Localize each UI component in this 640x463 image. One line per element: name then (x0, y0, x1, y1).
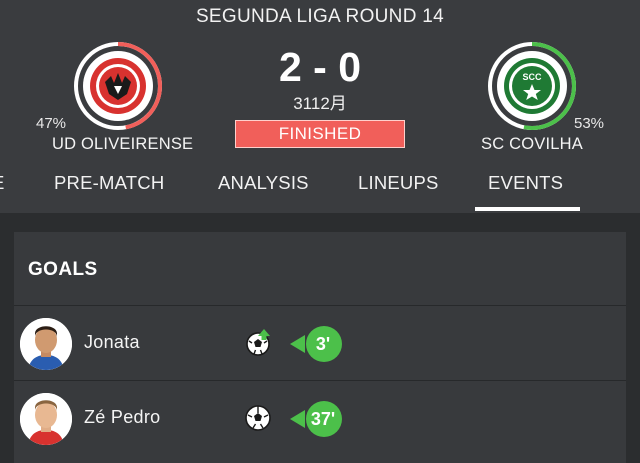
covilha-crest-icon: SCC (497, 51, 567, 121)
home-team-name[interactable]: UD OLIVEIRENSE (52, 135, 193, 154)
goals-title: GOALS (28, 259, 98, 280)
round-title: SEGUNDA LIGA ROUND 14 (195, 6, 445, 27)
soccer-ball-assist-icon (246, 329, 270, 356)
away-team-name[interactable]: SC COVILHA (481, 135, 583, 154)
active-tab-indicator (475, 207, 580, 211)
goal-minute: 37' (310, 409, 336, 429)
svg-text:SCC: SCC (522, 72, 542, 82)
tab-pre-match[interactable]: PRE-MATCH (54, 172, 164, 194)
player-name: Jonata (84, 332, 140, 352)
goal-row[interactable]: Zé Pedro 37' (14, 381, 626, 456)
match-tabs: E PRE-MATCH ANALYSIS LINEUPS EVENTS (0, 168, 640, 213)
home-possession-percent: 47% (36, 115, 67, 132)
match-status-badge: FINISHED (235, 120, 405, 148)
player-name: Zé Pedro (84, 407, 161, 427)
tab-events[interactable]: EVENTS (488, 172, 563, 194)
player-avatar (20, 318, 72, 370)
tab-partial[interactable]: E (0, 172, 5, 194)
goal-minute-badge: 37' (290, 401, 342, 437)
goal-row[interactable]: Jonata 3' (14, 306, 626, 381)
tab-lineups[interactable]: LINEUPS (358, 172, 439, 194)
match-header: SEGUNDA LIGA ROUND 14 47% UD OLIVEIRENSE… (0, 0, 640, 213)
away-possession-percent: 53% (574, 115, 605, 132)
goal-minute: 3' (315, 334, 331, 354)
goal-minute-badge: 3' (290, 326, 342, 362)
soccer-ball-icon (245, 405, 271, 431)
tab-analysis[interactable]: ANALYSIS (218, 172, 309, 194)
player-avatar (20, 393, 72, 445)
goals-card: GOALS Jonata 3' Zé Pedro 37' (14, 232, 626, 463)
away-team-crest[interactable]: SCC (486, 40, 578, 132)
